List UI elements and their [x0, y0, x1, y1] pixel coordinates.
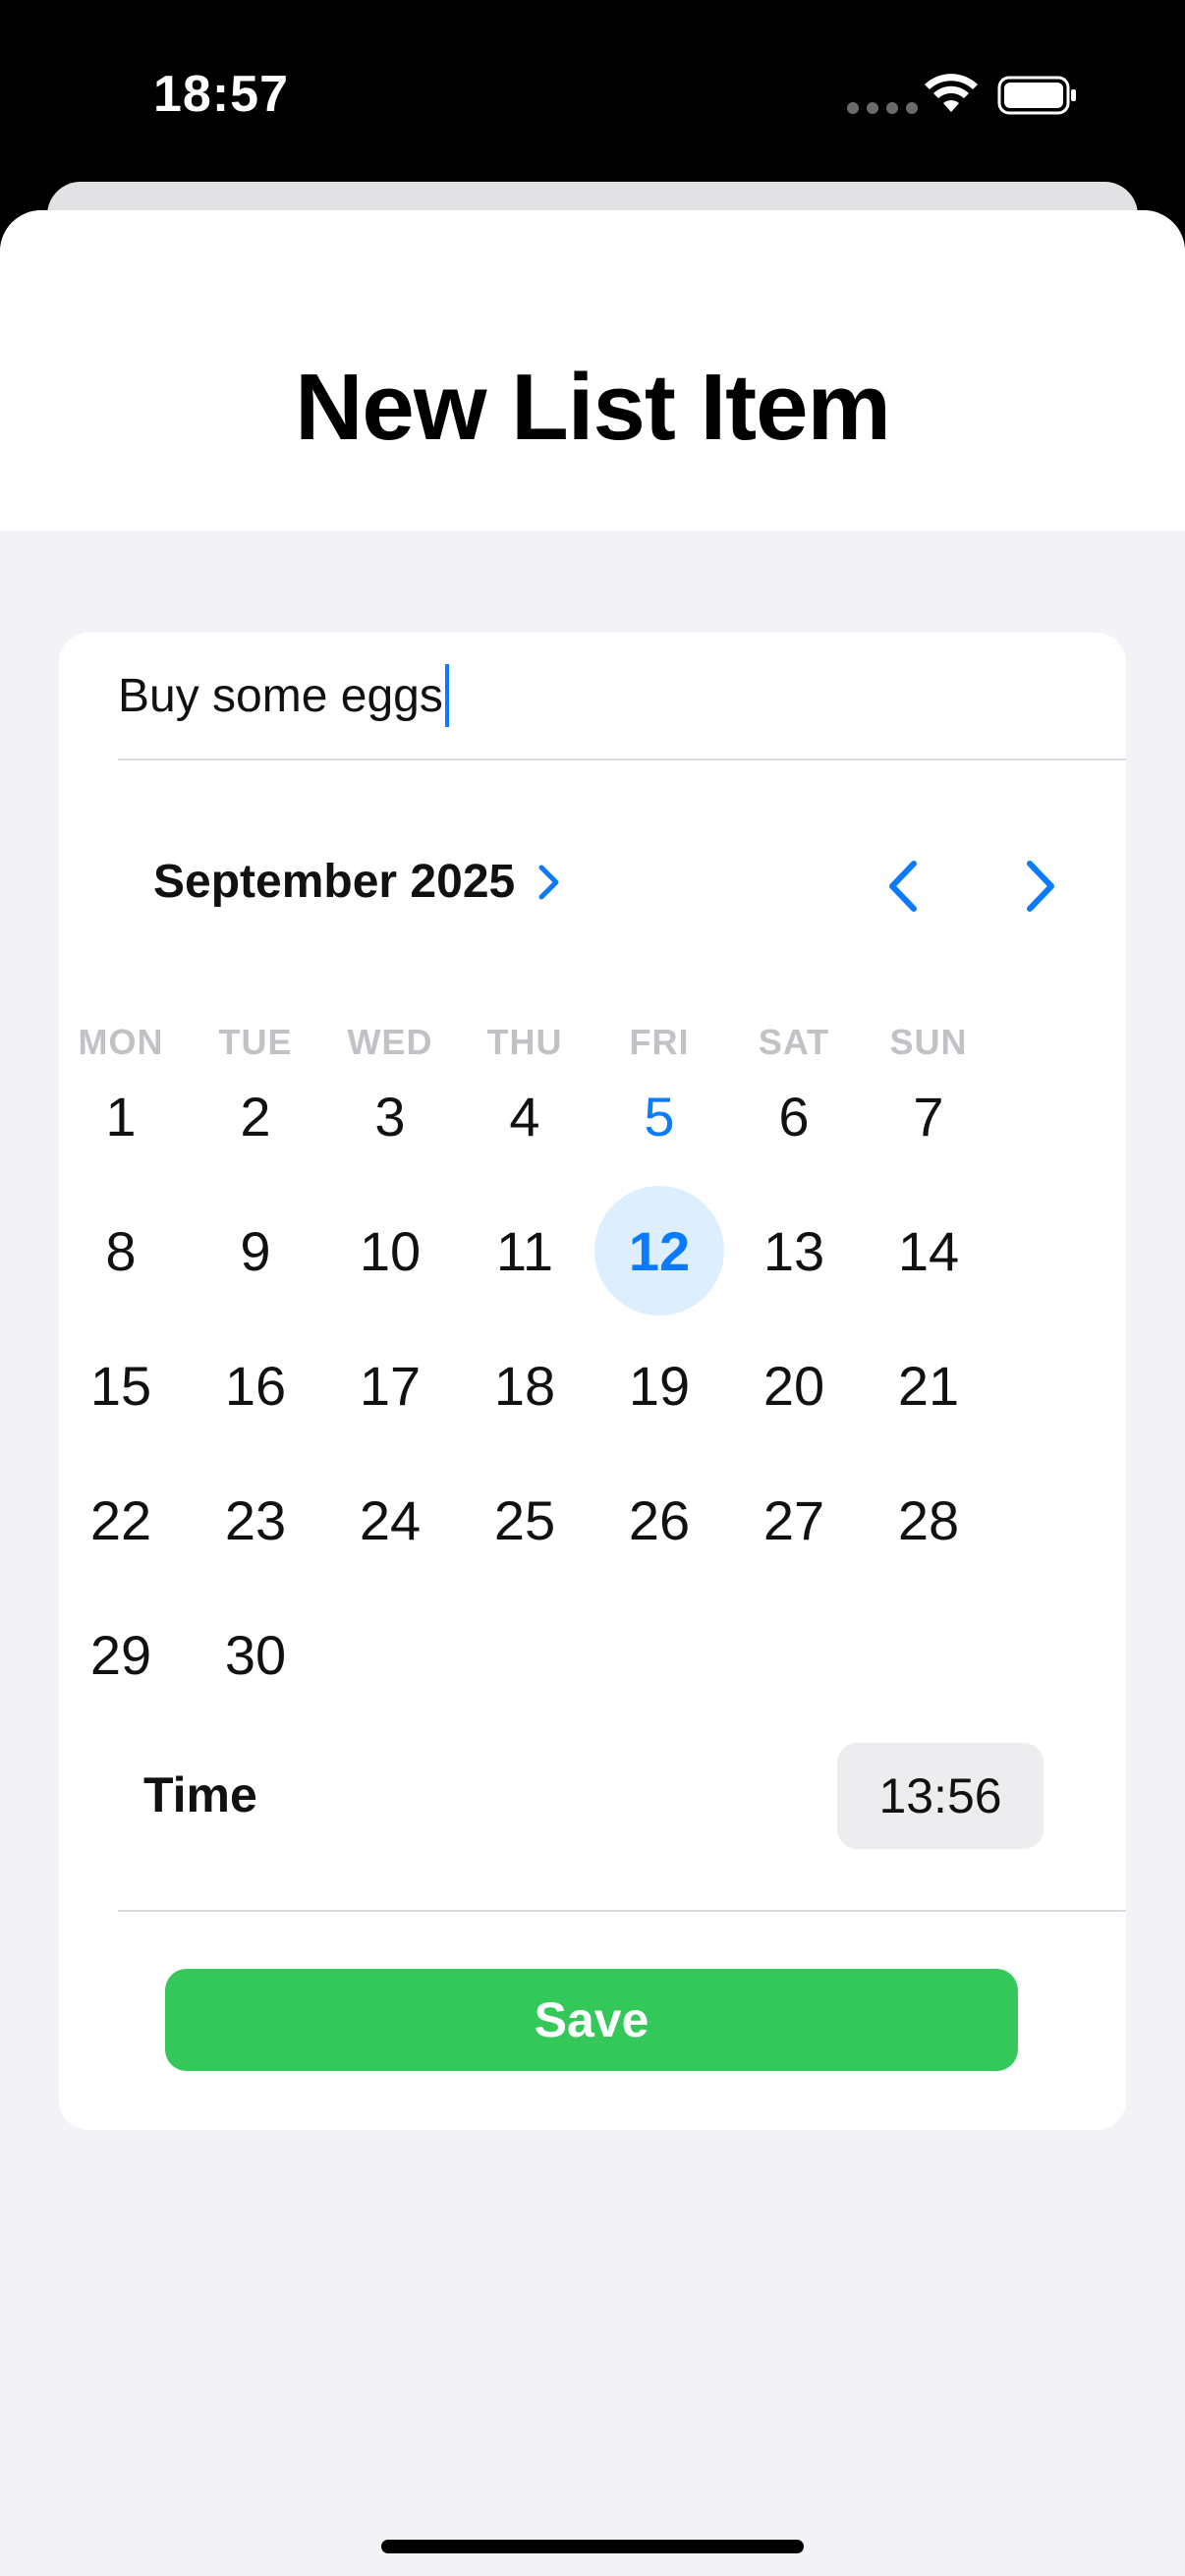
cellular-signal-icon	[847, 102, 918, 114]
calendar-day[interactable]: 26	[592, 1453, 727, 1588]
calendar-day-label: 23	[224, 1488, 287, 1551]
calendar-day-label: 18	[493, 1354, 556, 1417]
app-screen: 18:57 New List Item Buy some eggs Septem…	[0, 0, 1185, 2576]
calendar-day-label: 24	[359, 1488, 422, 1551]
divider	[118, 1910, 1126, 1912]
calendar-day[interactable]: 20	[727, 1318, 862, 1453]
form-card: Buy some eggs September 2025 MON TUE WED T	[59, 633, 1126, 2130]
month-selector[interactable]: September 2025	[153, 855, 564, 909]
calendar-day-label: 26	[628, 1488, 691, 1551]
calendar-day[interactable]: 3	[323, 1049, 458, 1184]
calendar-day[interactable]: 18	[458, 1318, 592, 1453]
calendar-day-label: 19	[628, 1354, 691, 1417]
save-button[interactable]: Save	[165, 1969, 1018, 2071]
calendar-day[interactable]: 7	[862, 1049, 996, 1184]
calendar-day[interactable]: 5	[592, 1049, 727, 1184]
calendar-day-label: 21	[897, 1354, 960, 1417]
calendar-day-label: 28	[897, 1488, 960, 1551]
calendar-day[interactable]: 9	[189, 1184, 323, 1318]
calendar-day-label: 30	[224, 1623, 287, 1686]
previous-month-button[interactable]	[865, 847, 943, 925]
chevron-right-icon	[538, 865, 559, 899]
calendar-day[interactable]: 14	[862, 1184, 996, 1318]
calendar-day-label: 7	[913, 1085, 944, 1148]
calendar-day-label: 2	[240, 1085, 271, 1148]
calendar-day-label: 3	[374, 1085, 406, 1148]
calendar-day[interactable]: 8	[54, 1184, 189, 1318]
calendar-day-label: 22	[89, 1488, 152, 1551]
chevron-left-icon	[889, 861, 917, 912]
calendar-day[interactable]: 2	[189, 1049, 323, 1184]
calendar-day[interactable]: 4	[458, 1049, 592, 1184]
calendar-day[interactable]: 29	[54, 1588, 189, 1722]
page-title: New List Item	[295, 355, 891, 460]
item-text-value: Buy some eggs	[118, 669, 443, 722]
calendar-day-label: 27	[762, 1488, 825, 1551]
home-indicator	[381, 2540, 804, 2553]
time-picker-button[interactable]: 13:56	[837, 1743, 1044, 1849]
calendar-day[interactable]: 30	[189, 1588, 323, 1722]
time-label: Time	[143, 1767, 257, 1822]
next-month-button[interactable]	[1000, 847, 1079, 925]
calendar-day-label: 14	[897, 1219, 960, 1282]
calendar-day[interactable]: 15	[54, 1318, 189, 1453]
calendar-day-label: 9	[240, 1219, 271, 1282]
sheet-header: New List Item	[0, 210, 1185, 531]
calendar-day[interactable]: 25	[458, 1453, 592, 1588]
calendar-day[interactable]: 16	[189, 1318, 323, 1453]
calendar-day-label: 1	[105, 1085, 137, 1148]
calendar-day[interactable]: 28	[862, 1453, 996, 1588]
calendar-day-label: 15	[89, 1354, 152, 1417]
battery-icon	[997, 76, 1076, 115]
calendar-day[interactable]: 24	[323, 1453, 458, 1588]
calendar-day[interactable]: 6	[727, 1049, 862, 1184]
calendar-day[interactable]: 27	[727, 1453, 862, 1588]
calendar-day-label: 13	[762, 1219, 825, 1282]
calendar-day-label: 25	[493, 1488, 556, 1551]
calendar-day-label: 16	[224, 1354, 287, 1417]
calendar-day[interactable]: 1	[54, 1049, 189, 1184]
item-text-field[interactable]: Buy some eggs	[118, 633, 1126, 760]
calendar-day[interactable]: 17	[323, 1318, 458, 1453]
calendar-day[interactable]: 21	[862, 1318, 996, 1453]
calendar-day[interactable]: 23	[189, 1453, 323, 1588]
calendar-day-label: 17	[359, 1354, 422, 1417]
month-label: September 2025	[153, 856, 516, 908]
calendar-day[interactable]: 19	[592, 1318, 727, 1453]
calendar-day-label: 8	[105, 1219, 137, 1282]
calendar-day[interactable]: 11	[458, 1184, 592, 1318]
calendar-day[interactable]: 13	[727, 1184, 862, 1318]
calendar-day-label: 29	[89, 1623, 152, 1686]
calendar-day-label: 11	[495, 1219, 554, 1282]
calendar-day-label: 4	[509, 1085, 540, 1148]
calendar-day-label: 6	[778, 1085, 810, 1148]
calendar-day[interactable]: 10	[323, 1184, 458, 1318]
calendar-day[interactable]: 22	[54, 1453, 189, 1588]
calendar-day-label: 20	[762, 1354, 825, 1417]
text-caret	[444, 664, 449, 727]
chevron-right-icon	[1027, 861, 1054, 912]
calendar-day-label: 12	[628, 1219, 691, 1282]
new-item-sheet: New List Item Buy some eggs September 20…	[0, 210, 1185, 2576]
calendar-day-label: 5	[644, 1085, 675, 1148]
wifi-icon	[925, 74, 978, 112]
calendar-day[interactable]: 12	[592, 1184, 727, 1318]
status-time: 18:57	[153, 66, 289, 123]
calendar-day-label: 10	[359, 1219, 422, 1282]
